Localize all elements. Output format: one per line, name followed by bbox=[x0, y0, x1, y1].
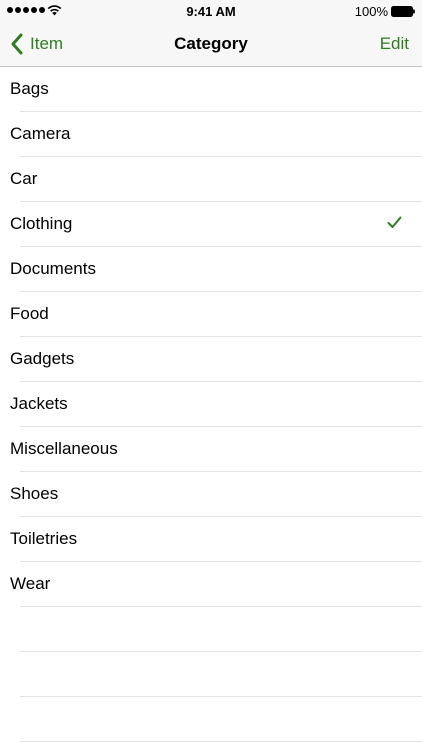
category-label: Miscellaneous bbox=[10, 439, 118, 458]
category-label: Jackets bbox=[10, 394, 68, 413]
checkmark-icon bbox=[387, 216, 402, 228]
category-label: Bags bbox=[10, 79, 49, 98]
category-label: Car bbox=[10, 169, 38, 188]
category-label: Wear bbox=[10, 574, 51, 593]
back-button[interactable]: Item bbox=[10, 22, 63, 66]
category-row-food[interactable]: Food bbox=[10, 292, 422, 337]
category-row-documents[interactable]: Documents bbox=[10, 247, 422, 292]
category-row-shoes[interactable]: Shoes bbox=[10, 472, 422, 517]
empty-row bbox=[20, 652, 422, 697]
category-label: Food bbox=[10, 304, 49, 323]
empty-row bbox=[20, 607, 422, 652]
category-row-clothing[interactable]: Clothing bbox=[10, 202, 422, 247]
status-bar: 9:41 AM 100% bbox=[0, 0, 422, 22]
chevron-left-icon bbox=[11, 33, 23, 55]
empty-row bbox=[20, 697, 422, 742]
category-label: Camera bbox=[10, 124, 71, 143]
category-row-wear[interactable]: Wear bbox=[10, 562, 422, 607]
edit-button[interactable]: Edit bbox=[380, 22, 409, 66]
category-row-camera[interactable]: Camera bbox=[10, 112, 422, 157]
category-label: Gadgets bbox=[10, 349, 75, 368]
back-button-label: Item bbox=[30, 34, 64, 53]
category-row-miscellaneous[interactable]: Miscellaneous bbox=[10, 427, 422, 472]
navigation-bar: Item Category Edit bbox=[0, 22, 422, 67]
category-label: Shoes bbox=[10, 484, 59, 503]
battery-icon bbox=[391, 6, 415, 17]
category-list: Bags Camera Car Clothing Documents Food Gadget… bbox=[0, 67, 422, 742]
category-row-bags[interactable]: Bags bbox=[10, 67, 422, 112]
battery-percent: 100% bbox=[354, 4, 388, 19]
category-row-toiletries[interactable]: Toiletries bbox=[10, 517, 422, 562]
category-label: Toiletries bbox=[10, 529, 78, 548]
category-label: Clothing bbox=[10, 214, 73, 233]
category-row-car[interactable]: Car bbox=[10, 157, 422, 202]
category-row-jackets[interactable]: Jackets bbox=[10, 382, 422, 427]
page-title: Category bbox=[174, 34, 248, 53]
category-label: Documents bbox=[10, 259, 96, 278]
category-row-gadgets[interactable]: Gadgets bbox=[10, 337, 422, 382]
